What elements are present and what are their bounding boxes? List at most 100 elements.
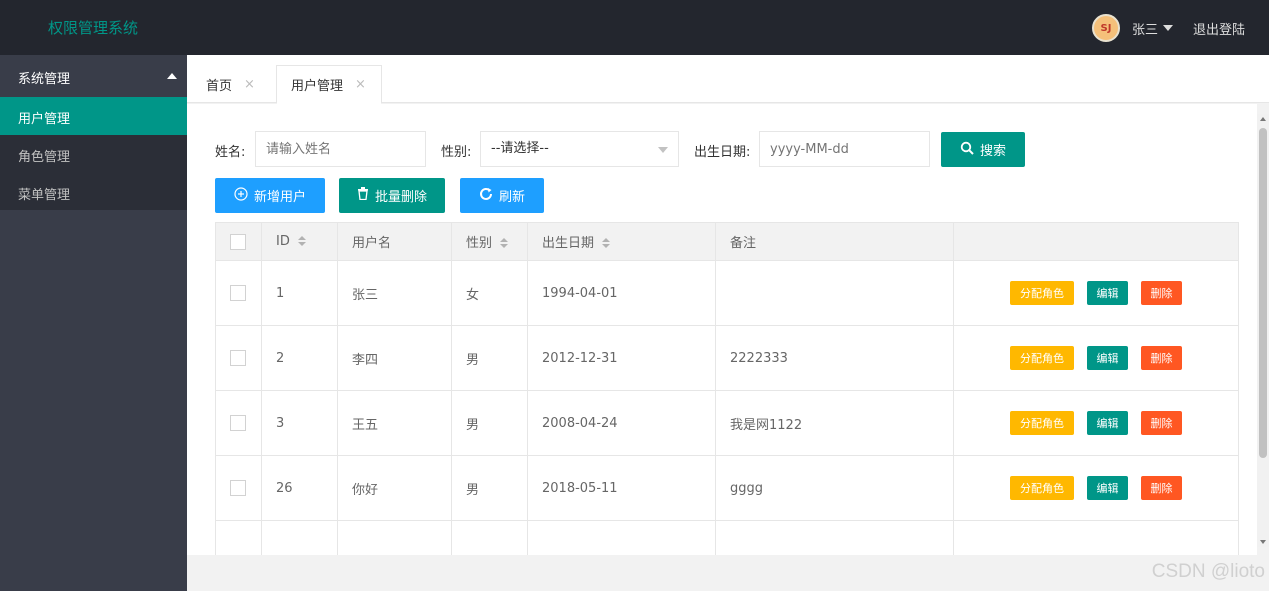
chevron-up-icon — [167, 73, 177, 79]
chevron-down-icon[interactable] — [1162, 25, 1173, 31]
delete-button[interactable]: 删除 — [1141, 346, 1182, 370]
refresh-button[interactable]: 刷新 — [460, 178, 544, 213]
table-row-partial — [215, 520, 1239, 555]
add-user-button[interactable]: 新增用户 — [215, 178, 325, 213]
sidebar-group-system[interactable]: 系统管理 — [0, 55, 187, 97]
sidebar-item-roles[interactable]: 角色管理 — [0, 135, 187, 173]
batch-delete-label: 批量删除 — [374, 190, 427, 205]
col-gender-label: 性别 — [466, 236, 493, 251]
search-button-label: 搜索 — [979, 144, 1006, 159]
sidebar-item-label: 用户管理 — [18, 112, 71, 127]
row-checkbox-cell — [215, 455, 262, 521]
row-checkbox[interactable] — [230, 480, 246, 496]
gender-select[interactable]: --请选择-- — [480, 131, 679, 167]
cell-remark: 我是网1122 — [715, 390, 954, 456]
scrollbar-thumb[interactable] — [1259, 128, 1267, 458]
col-birth[interactable]: 出生日期 — [527, 222, 716, 261]
row-checkbox[interactable] — [230, 285, 246, 301]
row-checkbox-cell — [215, 325, 262, 391]
cell-gender: 男 — [451, 390, 528, 456]
cell-gender: 男 — [451, 455, 528, 521]
close-icon[interactable]: × — [355, 77, 366, 92]
select-all-checkbox[interactable] — [230, 233, 246, 250]
edit-button[interactable]: 编辑 — [1087, 281, 1128, 305]
table-row: 2 李四 男 2012-12-31 2222333 分配角色 编辑 删除 — [215, 325, 1239, 391]
scroll-down-icon[interactable] — [1260, 540, 1266, 544]
partial-cell — [715, 520, 954, 555]
footer-strip — [187, 555, 1269, 591]
table-row: 26 你好 男 2018-05-11 gggg 分配角色 编辑 删除 — [215, 455, 1239, 521]
birth-date-input[interactable] — [759, 131, 930, 167]
user-area: SJ 张三 退出登陆 — [1091, 14, 1245, 42]
cell-username: 王五 — [337, 390, 452, 456]
delete-button[interactable]: 删除 — [1141, 281, 1182, 305]
delete-button[interactable]: 删除 — [1141, 411, 1182, 435]
sidebar-item-users[interactable]: 用户管理 — [0, 97, 187, 135]
row-checkbox-cell — [215, 260, 262, 326]
user-table: ID 用户名 性别 出生日期 备注 1 张三 女 1994-04-01 分配角色… — [215, 222, 1239, 555]
cell-username: 你好 — [337, 455, 452, 521]
cell-remark: gggg — [715, 455, 954, 521]
cell-actions: 分配角色 编辑 删除 — [953, 325, 1239, 391]
cell-id: 2 — [261, 325, 338, 391]
col-id-label: ID — [276, 234, 290, 249]
select-all-cell — [215, 222, 262, 261]
edit-button[interactable]: 编辑 — [1087, 411, 1128, 435]
col-birth-label: 出生日期 — [542, 236, 595, 251]
gender-label: 性别: — [441, 145, 472, 160]
top-header: 权限管理系统 SJ 张三 退出登陆 — [0, 0, 1269, 55]
tab-home[interactable]: 首页 × — [206, 65, 276, 104]
cell-actions: 分配角色 编辑 删除 — [953, 455, 1239, 521]
vertical-scrollbar[interactable] — [1257, 114, 1269, 547]
table-row: 3 王五 男 2008-04-24 我是网1122 分配角色 编辑 删除 — [215, 390, 1239, 456]
assign-role-button[interactable]: 分配角色 — [1010, 476, 1074, 500]
tab-label: 用户管理 — [291, 79, 344, 94]
batch-delete-button[interactable]: 批量删除 — [339, 178, 445, 213]
plus-circle-icon — [234, 186, 248, 205]
cell-id: 1 — [261, 260, 338, 326]
search-button[interactable]: 搜索 — [941, 132, 1025, 167]
name-label: 姓名: — [215, 145, 246, 160]
cell-birth: 2012-12-31 — [527, 325, 716, 391]
sidebar-item-menus[interactable]: 菜单管理 — [0, 173, 187, 211]
close-icon[interactable]: × — [244, 77, 255, 92]
assign-role-button[interactable]: 分配角色 — [1010, 281, 1074, 305]
avatar[interactable]: SJ — [1091, 14, 1120, 42]
table-row: 1 张三 女 1994-04-01 分配角色 编辑 删除 — [215, 260, 1239, 326]
partial-cell — [527, 520, 716, 555]
row-checkbox[interactable] — [230, 415, 246, 431]
sort-icon[interactable] — [500, 238, 509, 249]
cell-remark: 2222333 — [715, 325, 954, 391]
col-id[interactable]: ID — [261, 222, 338, 261]
cell-birth: 2008-04-24 — [527, 390, 716, 456]
assign-role-button[interactable]: 分配角色 — [1010, 411, 1074, 435]
sort-icon[interactable] — [297, 236, 306, 247]
tab-user-management[interactable]: 用户管理 × — [276, 65, 382, 104]
table-header-row: ID 用户名 性别 出生日期 备注 — [215, 222, 1239, 261]
scroll-up-icon[interactable] — [1260, 117, 1266, 121]
col-username: 用户名 — [337, 222, 452, 261]
partial-cell — [261, 520, 338, 555]
col-actions — [953, 222, 1239, 261]
row-checkbox[interactable] — [230, 350, 246, 366]
tab-label: 首页 — [206, 79, 233, 94]
cell-gender: 男 — [451, 325, 528, 391]
col-gender[interactable]: 性别 — [451, 222, 528, 261]
main-content: 姓名: 性别: --请选择-- 出生日期: 搜索 新增用户 批量删除 刷新 — [187, 104, 1257, 555]
watermark: CSDN @lioto — [1151, 561, 1265, 582]
sidebar-group-label: 系统管理 — [18, 72, 71, 87]
cell-gender: 女 — [451, 260, 528, 326]
delete-button[interactable]: 删除 — [1141, 476, 1182, 500]
edit-button[interactable]: 编辑 — [1087, 346, 1128, 370]
partial-cell — [451, 520, 528, 555]
tab-bar: 首页 × 用户管理 × — [187, 55, 1269, 104]
search-icon — [960, 141, 974, 159]
assign-role-button[interactable]: 分配角色 — [1010, 346, 1074, 370]
sort-icon[interactable] — [602, 238, 611, 249]
logout-link[interactable]: 退出登陆 — [1193, 19, 1245, 38]
name-input[interactable] — [255, 131, 426, 167]
username-menu[interactable]: 张三 — [1132, 19, 1158, 38]
trash-icon — [357, 187, 369, 204]
edit-button[interactable]: 编辑 — [1087, 476, 1128, 500]
partial-cell — [953, 520, 1239, 555]
